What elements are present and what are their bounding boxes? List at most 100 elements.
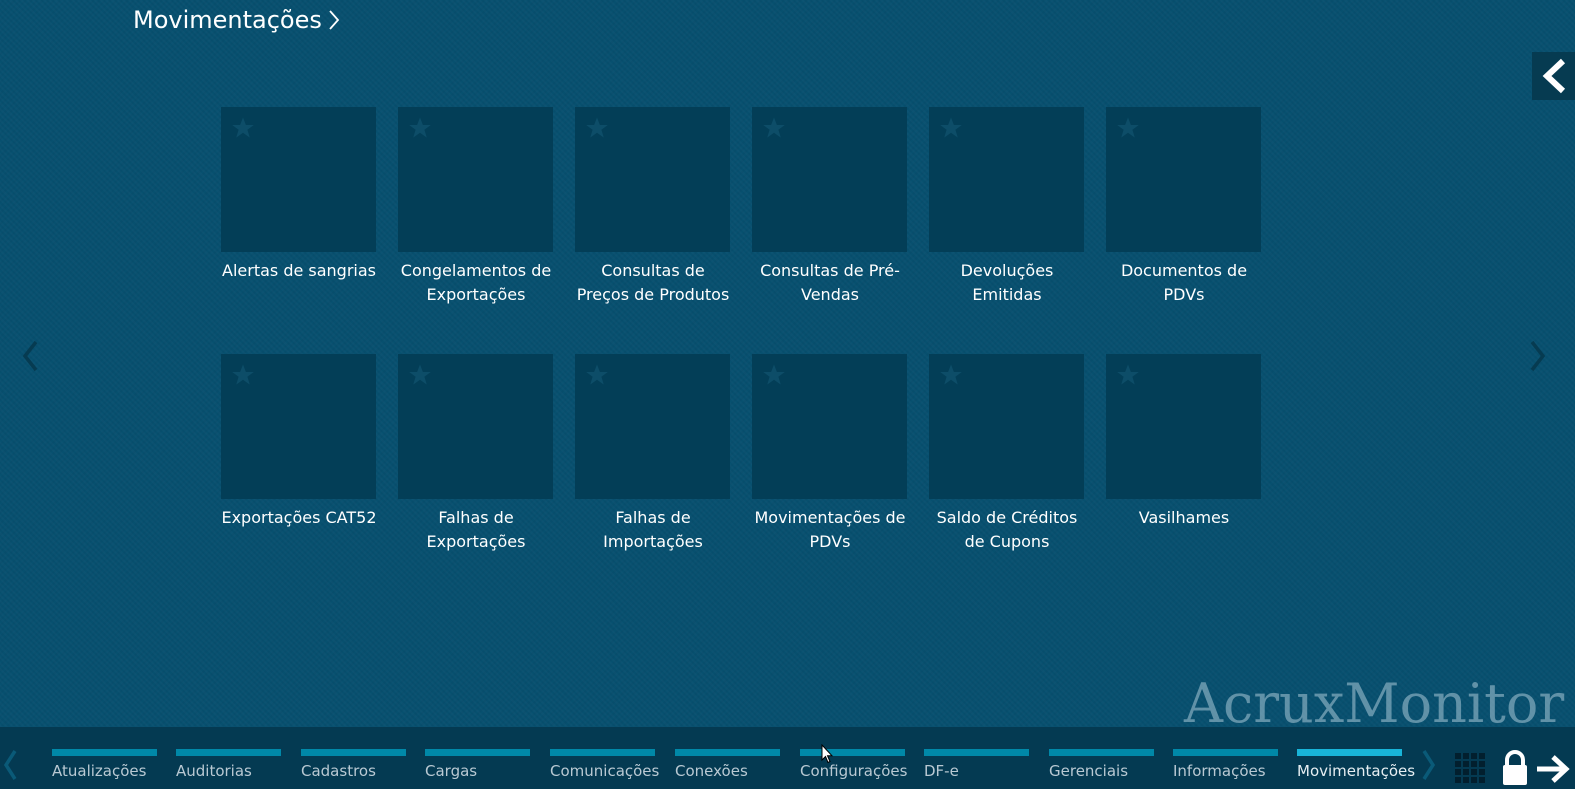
tile[interactable]: Consultas de Preços de Produtos [575,107,731,354]
star-icon[interactable] [408,363,432,387]
star-icon[interactable] [939,363,963,387]
tile-box [1106,107,1261,252]
tile-label: Saldo de Créditos de Cupons [936,508,1078,551]
star-icon[interactable] [231,363,255,387]
tab-indicator [1297,749,1402,756]
tab-label: Gerenciais [1049,762,1129,780]
tile-label: Documentos de PDVs [1120,261,1248,304]
page-title[interactable]: Movimentações [133,6,340,34]
tile[interactable]: Consultas de Pré-Vendas [752,107,908,354]
bottom-tab[interactable]: Cadastros [301,749,406,780]
chevron-right-icon [329,10,340,30]
tab-indicator [176,749,281,756]
star-icon[interactable] [408,116,432,140]
star-icon[interactable] [762,116,786,140]
bottom-tab[interactable]: Configurações [800,749,908,780]
tile-box [575,354,730,499]
star-icon[interactable] [762,363,786,387]
tab-indicator [1173,749,1278,756]
tab-label: Auditorias [176,762,252,780]
bottom-bar: Atualizações Auditorias Cadastros Cargas Com… [0,727,1575,789]
grid-icon[interactable] [1455,753,1487,785]
chevron-right-icon [1530,340,1546,372]
tile-label: Exportações CAT52 [221,508,377,527]
tile-box [221,354,376,499]
tile-grid: Alertas de sangrias Congelamentos de Expo… [221,107,1262,601]
tile-label: Devoluções Emitidas [960,261,1054,304]
bottom-tab[interactable]: Atualizações [52,749,157,780]
star-icon[interactable] [1116,363,1140,387]
tab-indicator [1049,749,1154,756]
chevron-left-icon [1542,58,1565,94]
page-prev-button[interactable] [20,338,40,381]
tile-box [1106,354,1261,499]
tile[interactable]: Movimentações de PDVs [752,354,908,601]
bottom-tab[interactable]: Cargas [425,749,530,780]
tab-label: Cadastros [301,762,376,780]
chevron-right-icon [1422,750,1436,780]
tile[interactable]: Alertas de sangrias [221,107,377,354]
tab-indicator [52,749,157,756]
page-title-text: Movimentações [133,6,322,34]
chevron-left-icon [22,340,38,372]
bottom-tab[interactable]: Gerenciais [1049,749,1154,780]
tile[interactable]: Congelamentos de Exportações [398,107,554,354]
tile-box [398,354,553,499]
tile-box [752,354,907,499]
tab-label: Movimentações [1297,762,1416,780]
tab-label: Comunicações [550,762,660,780]
tile[interactable]: Vasilhames [1106,354,1262,601]
star-icon[interactable] [231,116,255,140]
tab-indicator [425,749,530,756]
tile-label: Consultas de Preços de Produtos [576,261,730,304]
bottom-tab[interactable]: Informações [1173,749,1278,780]
tile-box [752,107,907,252]
tile-box [929,354,1084,499]
tile-label: Falhas de Exportações [426,508,526,551]
grid-icon-graphic [1455,753,1485,783]
star-icon[interactable] [585,363,609,387]
chevron-left-icon [3,750,17,780]
tab-label: Informações [1173,762,1266,780]
tile-label: Alertas de sangrias [222,261,376,280]
tabs-prev-button[interactable] [2,747,18,789]
mouse-cursor-icon [821,744,833,764]
tab-indicator [924,749,1029,756]
collapse-panel-button[interactable] [1532,52,1575,100]
tab-indicator [800,749,905,756]
arrow-right-icon[interactable] [1535,753,1571,785]
tile[interactable]: Documentos de PDVs [1106,107,1262,354]
tab-indicator [675,749,780,756]
tab-indicator [550,749,655,756]
tab-label: Atualizações [52,762,147,780]
lock-icon[interactable] [1500,749,1530,787]
tab-label: Cargas [425,762,478,780]
bottom-tab[interactable]: Conexões [675,749,780,780]
tab-label: DF-e [924,762,959,780]
star-icon[interactable] [939,116,963,140]
tile[interactable]: Exportações CAT52 [221,354,377,601]
star-icon[interactable] [585,116,609,140]
tile-box [221,107,376,252]
tile-label: Congelamentos de Exportações [400,261,552,304]
tile[interactable]: Saldo de Créditos de Cupons [929,354,1085,601]
tile-label: Vasilhames [1138,508,1230,527]
tile-box [929,107,1084,252]
tab-label: Configurações [800,762,908,780]
tab-label: Conexões [675,762,748,780]
tile-box [398,107,553,252]
tab-indicator [301,749,406,756]
page-next-button[interactable] [1528,338,1548,381]
tile-label: Falhas de Importações [603,508,703,551]
bottom-tab[interactable]: Comunicações [550,749,660,780]
tile[interactable]: Falhas de Importações [575,354,731,601]
bottom-tab[interactable]: Auditorias [176,749,281,780]
tile[interactable]: Devoluções Emitidas [929,107,1085,354]
tile-box [575,107,730,252]
tile-label: Movimentações de PDVs [754,508,906,551]
tabs-next-button[interactable] [1421,747,1437,789]
star-icon[interactable] [1116,116,1140,140]
bottom-tab[interactable]: DF-e [924,749,1029,780]
bottom-tab[interactable]: Movimentações [1297,749,1416,780]
tile[interactable]: Falhas de Exportações [398,354,554,601]
